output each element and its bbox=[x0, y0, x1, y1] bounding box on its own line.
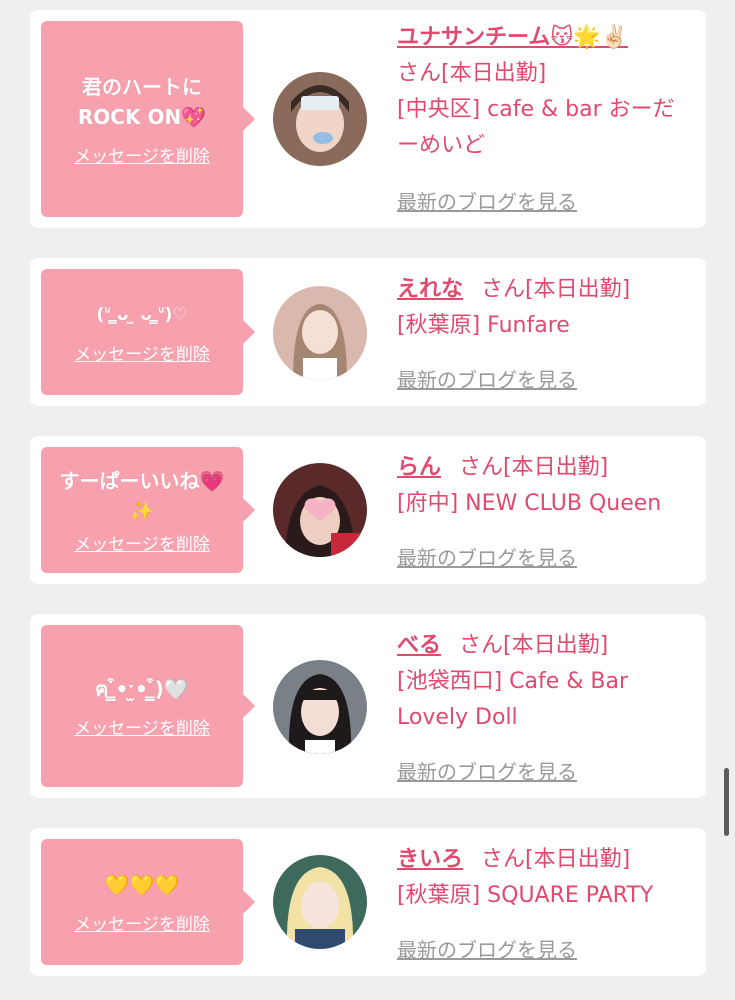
delete-message-link[interactable]: メッセージを削除 bbox=[74, 340, 210, 365]
avatar[interactable] bbox=[273, 72, 367, 166]
message-card: ฅ ̳͒•ˑ̫• ̳͒)🤍 メッセージを削除 べる さん[本日出勤] [池袋西口]… bbox=[30, 614, 706, 798]
message-bubble: ฅ ̳͒•ˑ̫• ̳͒)🤍 メッセージを削除 bbox=[41, 625, 255, 787]
avatar-photo bbox=[273, 286, 367, 380]
attendance-status: さん[本日出勤] bbox=[397, 61, 547, 86]
girl-info: ユナサンチーム😽🌟✌🏻 さん[本日出勤] [中央区] cafe & bar おー… bbox=[397, 20, 688, 164]
shop-name: [中央区] cafe & bar おーだーめいど bbox=[397, 97, 675, 158]
girl-name-link[interactable]: ユナサンチーム😽🌟✌🏻 bbox=[397, 25, 628, 50]
message-text: (ᐡ ̳ᴗ ̫ ᴗ ̳ᐡ)♡ bbox=[96, 304, 188, 325]
message-card: すーぱーいいね💗 ✨ メッセージを削除 らん さん[本日出勤] [府中] NEW … bbox=[30, 436, 706, 584]
attendance-status: さん[本日出勤] bbox=[459, 633, 609, 658]
message-bubble: すーぱーいいね💗 ✨ メッセージを削除 bbox=[41, 447, 255, 573]
message-feed: 君のハートに ROCK ON💖 メッセージを削除 ユナサンチーム😽🌟✌🏻 さん[… bbox=[0, 0, 735, 1000]
message-text: 君のハートに bbox=[82, 74, 202, 99]
avatar[interactable] bbox=[273, 660, 367, 754]
attendance-status: さん[本日出勤] bbox=[481, 847, 631, 872]
shop-name: [秋葉原] Funfare bbox=[397, 313, 570, 338]
message-text: ฅ ̳͒•ˑ̫• ̳͒)🤍 bbox=[95, 676, 189, 701]
avatar[interactable] bbox=[273, 855, 367, 949]
avatar[interactable] bbox=[273, 286, 367, 380]
girl-info: べる さん[本日出勤] [池袋西口] Cafe & Bar Lovely Doll bbox=[397, 628, 688, 736]
attendance-status: さん[本日出勤] bbox=[459, 455, 609, 480]
message-bubble: (ᐡ ̳ᴗ ̫ ᴗ ̳ᐡ)♡ メッセージを削除 bbox=[41, 269, 255, 395]
girl-info: えれな さん[本日出勤] [秋葉原] Funfare bbox=[397, 272, 688, 344]
latest-blog-link[interactable]: 最新のブログを見る bbox=[397, 186, 577, 215]
girl-info: きいろ さん[本日出勤] [秋葉原] SQUARE PARTY bbox=[397, 842, 688, 914]
message-text-line2: ROCK ON💖 bbox=[77, 104, 207, 129]
scrollbar-thumb[interactable] bbox=[724, 768, 729, 836]
girl-info: らん さん[本日出勤] [府中] NEW CLUB Queen bbox=[397, 450, 688, 522]
avatar-photo bbox=[273, 72, 367, 166]
latest-blog-link[interactable]: 最新のブログを見る bbox=[397, 934, 577, 963]
avatar-photo bbox=[273, 463, 367, 557]
shop-name: [府中] NEW CLUB Queen bbox=[397, 491, 662, 516]
attendance-status: さん[本日出勤] bbox=[481, 277, 631, 302]
girl-name-link[interactable]: えれな bbox=[397, 277, 463, 302]
avatar-photo bbox=[273, 855, 367, 949]
avatar-photo bbox=[273, 660, 367, 754]
latest-blog-link[interactable]: 最新のブログを見る bbox=[397, 542, 577, 571]
message-bubble: 君のハートに ROCK ON💖 メッセージを削除 bbox=[41, 21, 255, 217]
shop-name: [池袋西口] Cafe & Bar Lovely Doll bbox=[397, 669, 629, 730]
message-card: 💛💛💛 メッセージを削除 きいろ さん[本日出勤] [秋葉原] SQUARE PA… bbox=[30, 828, 706, 976]
shop-name: [秋葉原] SQUARE PARTY bbox=[397, 883, 654, 908]
message-card: (ᐡ ̳ᴗ ̫ ᴗ ̳ᐡ)♡ メッセージを削除 えれな さん[本日出勤] [秋葉原… bbox=[30, 258, 706, 406]
latest-blog-link[interactable]: 最新のブログを見る bbox=[397, 364, 577, 393]
avatar[interactable] bbox=[273, 463, 367, 557]
delete-message-link[interactable]: メッセージを削除 bbox=[74, 714, 210, 739]
message-text: すーぱーいいね💗 bbox=[59, 468, 225, 493]
latest-blog-link[interactable]: 最新のブログを見る bbox=[397, 756, 577, 785]
message-card: 君のハートに ROCK ON💖 メッセージを削除 ユナサンチーム😽🌟✌🏻 さん[… bbox=[30, 10, 706, 228]
message-bubble: 💛💛💛 メッセージを削除 bbox=[41, 839, 255, 965]
girl-name-link[interactable]: べる bbox=[397, 633, 441, 658]
girl-name-link[interactable]: きいろ bbox=[397, 847, 463, 872]
girl-name-link[interactable]: らん bbox=[397, 455, 441, 480]
delete-message-link[interactable]: メッセージを削除 bbox=[74, 142, 210, 167]
message-text: 💛💛💛 bbox=[104, 872, 180, 897]
message-text-line2: ✨ bbox=[129, 498, 155, 523]
delete-message-link[interactable]: メッセージを削除 bbox=[74, 910, 210, 935]
delete-message-link[interactable]: メッセージを削除 bbox=[74, 530, 210, 555]
